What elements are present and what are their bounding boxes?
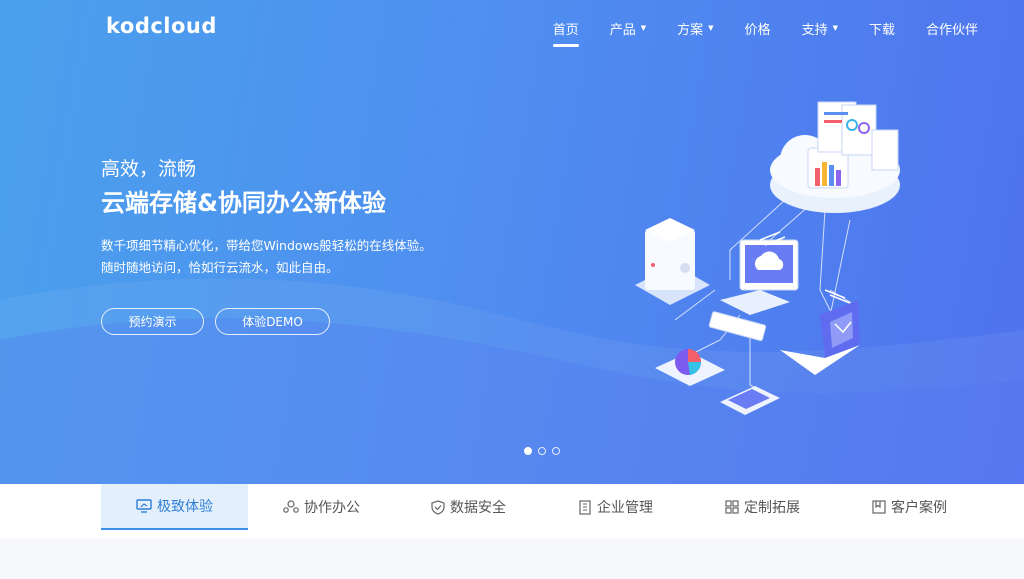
hero-banner: kodcloud 首页 产品 ▼ 方案 ▼ 价格 支持 ▼ 下载 合作伙伴 高效，流畅… — [0, 0, 1024, 484]
hero-subtitle: 高效，流畅 — [101, 158, 197, 180]
chevron-down-icon: ▼ — [708, 24, 714, 32]
shield-icon — [431, 499, 445, 515]
chevron-down-icon: ▼ — [832, 24, 838, 32]
nav-item-solutions[interactable]: 方案 ▼ — [677, 0, 713, 56]
tab-data-security[interactable]: 数据安全 — [395, 484, 542, 530]
kodcloud-logo[interactable]: kodcloud — [106, 14, 217, 38]
content-section-top — [0, 538, 1024, 579]
tab-collaboration[interactable]: 协作办公 — [248, 484, 395, 530]
feature-tabs: 极致体验 协作办公 数据安全 企业管理 定制拓展 客户案例 — [0, 484, 1024, 530]
hero-title: 云端存储&协同办公新体验 — [101, 189, 386, 217]
nav-item-products[interactable]: 产品 ▼ — [610, 0, 646, 56]
carousel-indicators — [524, 447, 566, 455]
tab-enterprise-management[interactable]: 企业管理 — [542, 484, 689, 530]
building-icon — [579, 499, 591, 515]
carousel-dot-1[interactable] — [524, 447, 532, 455]
carousel-dot-2[interactable] — [538, 447, 546, 455]
book-demo-button[interactable]: 预约演示 — [101, 308, 204, 335]
hero-description-line-1: 数千项细节精心优化，带给您Windows般轻松的在线体验。 — [101, 238, 432, 253]
tab-experience[interactable]: 极致体验 — [101, 484, 248, 530]
bookmark-icon — [872, 500, 886, 514]
top-navigation: kodcloud 首页 产品 ▼ 方案 ▼ 价格 支持 ▼ 下载 合作伙伴 — [0, 0, 1024, 56]
try-demo-button[interactable]: 体验DEMO — [215, 308, 330, 335]
monitor-icon — [136, 499, 152, 513]
nav-item-home[interactable]: 首页 — [552, 0, 579, 56]
hero-description: 数千项细节精心优化，带给您Windows般轻松的在线体验。 随时随地访问，恰如行… — [101, 235, 432, 279]
tab-customization[interactable]: 定制拓展 — [689, 484, 836, 530]
chevron-down-icon: ▼ — [640, 24, 647, 32]
nav-item-partners[interactable]: 合作伙伴 — [926, 0, 978, 56]
cloud-network-illustration — [635, 101, 900, 415]
phone-icon — [720, 386, 780, 415]
nav-item-pricing[interactable]: 价格 — [745, 0, 771, 56]
nav-item-download[interactable]: 下载 — [869, 0, 895, 56]
monitor-icon — [720, 239, 799, 315]
pie-chart-icon — [655, 349, 725, 386]
server-icon — [635, 218, 710, 305]
hero-description-line-2: 随时随地访问，恰如行云流水，如此自由。 — [101, 260, 339, 275]
team-icon — [283, 500, 299, 513]
carousel-dot-3[interactable] — [552, 447, 560, 455]
nav-item-support[interactable]: 支持 ▼ — [802, 0, 838, 56]
apps-icon — [725, 500, 739, 514]
laptop-icon — [780, 300, 860, 375]
nav-menu: 首页 产品 ▼ 方案 ▼ 价格 支持 ▼ 下载 合作伙伴 — [522, 0, 978, 56]
tab-customer-cases[interactable]: 客户案例 — [836, 484, 983, 530]
